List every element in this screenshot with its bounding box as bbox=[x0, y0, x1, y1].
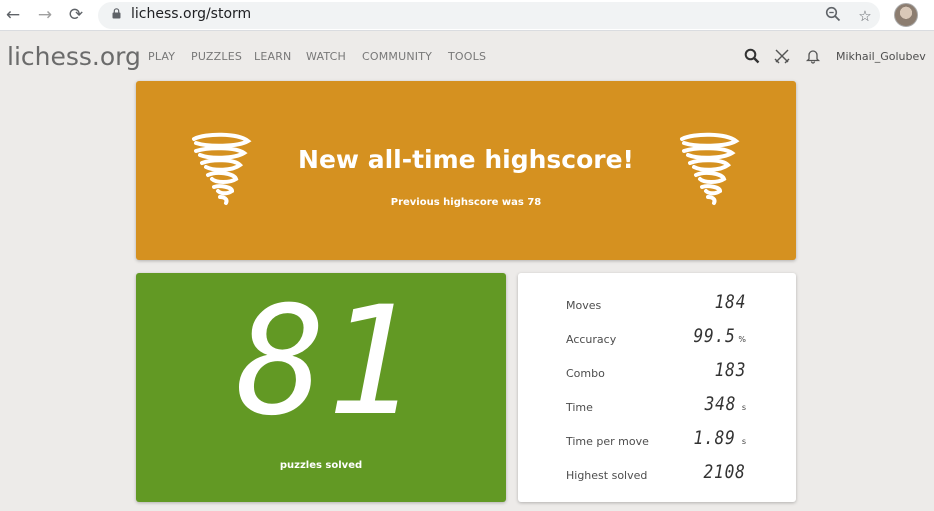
stat-label: Time per move bbox=[566, 435, 649, 448]
search-icon[interactable] bbox=[743, 48, 761, 66]
score-panel: 81 puzzles solved bbox=[136, 273, 506, 502]
stat-row-time-per-move: Time per move 1.89 s bbox=[566, 427, 746, 451]
browser-toolbar: ← → ⟳ lichess.org/storm ☆ bbox=[0, 0, 934, 31]
score-value: 81 bbox=[236, 295, 416, 425]
nav-puzzles[interactable]: PUZZLES bbox=[191, 50, 242, 63]
nav-watch[interactable]: WATCH bbox=[306, 50, 346, 63]
stat-row-time: Time 348 s bbox=[566, 393, 746, 417]
stat-unit: % bbox=[738, 335, 746, 344]
stat-value: 184 bbox=[714, 291, 746, 313]
site-logo[interactable]: lichess.org bbox=[7, 42, 141, 71]
stat-row-combo: Combo 183 bbox=[566, 359, 746, 383]
stat-label: Accuracy bbox=[566, 333, 617, 346]
reload-icon[interactable]: ⟳ bbox=[65, 5, 87, 25]
stat-value: 183 bbox=[714, 359, 746, 381]
stat-label: Time bbox=[566, 401, 593, 414]
stat-row-moves: Moves 184 bbox=[566, 291, 746, 315]
username-link[interactable]: Mikhail_Golubev bbox=[836, 50, 926, 63]
challenge-swords-icon[interactable] bbox=[773, 48, 791, 66]
stat-value: 348 bbox=[704, 393, 736, 415]
score-caption: puzzles solved bbox=[279, 460, 363, 471]
nav-learn[interactable]: LEARN bbox=[254, 50, 291, 63]
nav-play[interactable]: PLAY bbox=[148, 50, 175, 63]
stat-unit: s bbox=[741, 437, 746, 446]
back-arrow-icon[interactable]: ← bbox=[2, 5, 24, 25]
zoom-icon[interactable] bbox=[823, 6, 843, 26]
nav-community[interactable]: COMMUNITY bbox=[362, 50, 432, 63]
forward-arrow-icon[interactable]: → bbox=[34, 5, 56, 25]
score-digital-display: 81 bbox=[236, 295, 416, 425]
stat-row-accuracy: Accuracy 99.5 % bbox=[566, 325, 746, 349]
stat-label: Highest solved bbox=[566, 469, 648, 482]
stat-label: Moves bbox=[566, 299, 602, 312]
stat-row-highest-solved: Highest solved 2108 bbox=[566, 461, 746, 485]
stat-label: Combo bbox=[566, 367, 605, 380]
stats-panel: Moves 184 Accuracy 99.5 % Combo 183 Time… bbox=[518, 273, 796, 502]
url-text[interactable]: lichess.org/storm bbox=[131, 6, 251, 22]
nav-tools[interactable]: TOOLS bbox=[448, 50, 486, 63]
notifications-bell-icon[interactable] bbox=[804, 48, 822, 66]
highscore-banner: New all-time highscore! Previous highsco… bbox=[136, 81, 796, 260]
stat-unit: s bbox=[741, 403, 746, 412]
lock-icon bbox=[112, 8, 121, 19]
highscore-title: New all-time highscore! bbox=[298, 145, 634, 174]
stat-value: 1.89 bbox=[693, 427, 736, 449]
bookmark-star-icon[interactable]: ☆ bbox=[855, 6, 875, 26]
stat-value: 2108 bbox=[703, 461, 746, 483]
previous-highscore-text: Previous highscore was 78 bbox=[390, 197, 542, 208]
stat-value: 99.5 bbox=[693, 325, 736, 347]
profile-avatar[interactable] bbox=[894, 3, 918, 27]
